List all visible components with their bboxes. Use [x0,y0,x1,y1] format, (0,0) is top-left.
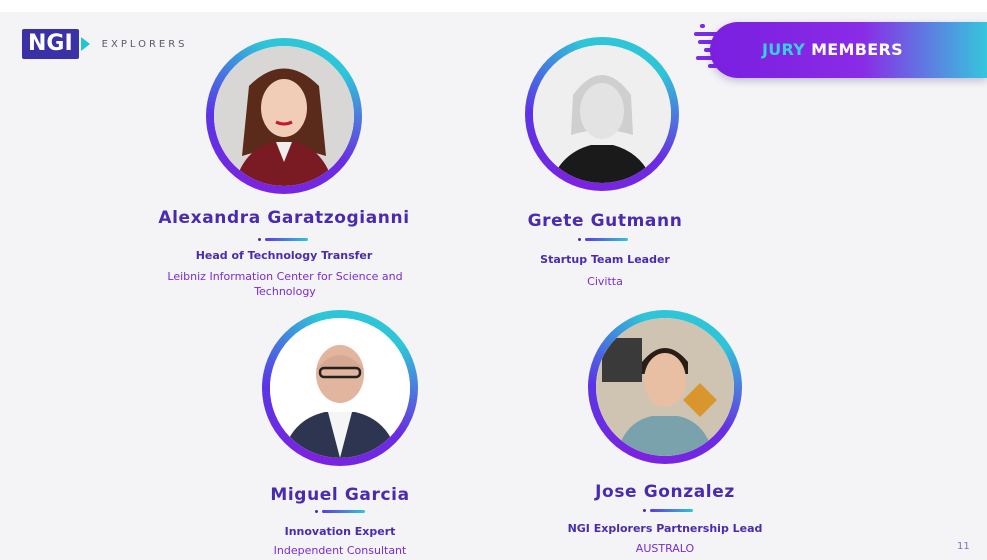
logo-arrow-icon [80,37,90,51]
portrait-icon [596,318,734,456]
jury-members-banner: JURY MEMBERS [710,22,987,78]
member-role: Head of Technology Transfer [195,249,373,262]
portrait-icon [270,318,410,458]
page-number: 11 [957,541,970,552]
member-photo-ring [588,310,742,464]
member-name: Miguel Garcia [270,485,410,505]
member-photo-ring [262,310,418,466]
logo-text: EXPLORERS [101,38,188,50]
member-name: Alexandra Garatzogianni [158,208,410,228]
ngi-explorers-logo: NGI EXPLORERS [22,29,188,59]
member-organization: Civitta [587,275,623,288]
member-photo [533,45,671,183]
banner-title: JURY MEMBERS [762,40,903,59]
member-photo-ring [206,38,362,194]
member-organization: Leibniz Information Center for Science a… [167,270,403,298]
member-name: Jose Gonzalez [595,482,735,502]
member-organization: AUSTRALO [635,542,695,555]
top-strip [0,0,987,12]
member-photo-ring [525,37,679,191]
member-role: NGI Explorers Partnership Lead [567,522,763,535]
portrait-icon [214,46,354,186]
member-divider [578,238,628,241]
member-divider [643,509,693,512]
member-photo [214,46,354,186]
member-divider [258,238,308,241]
logo-mark: NGI [22,29,79,59]
portrait-icon [533,45,671,183]
member-photo [270,318,410,458]
member-organization: Independent Consultant [273,544,407,557]
member-divider [315,510,365,513]
member-photo [596,318,734,456]
member-role: Innovation Expert [284,525,396,538]
member-name: Grete Gutmann [527,211,683,231]
banner-rest: MEMBERS [811,40,903,59]
member-role: Startup Team Leader [540,253,670,266]
banner-highlight: JURY [762,40,806,59]
